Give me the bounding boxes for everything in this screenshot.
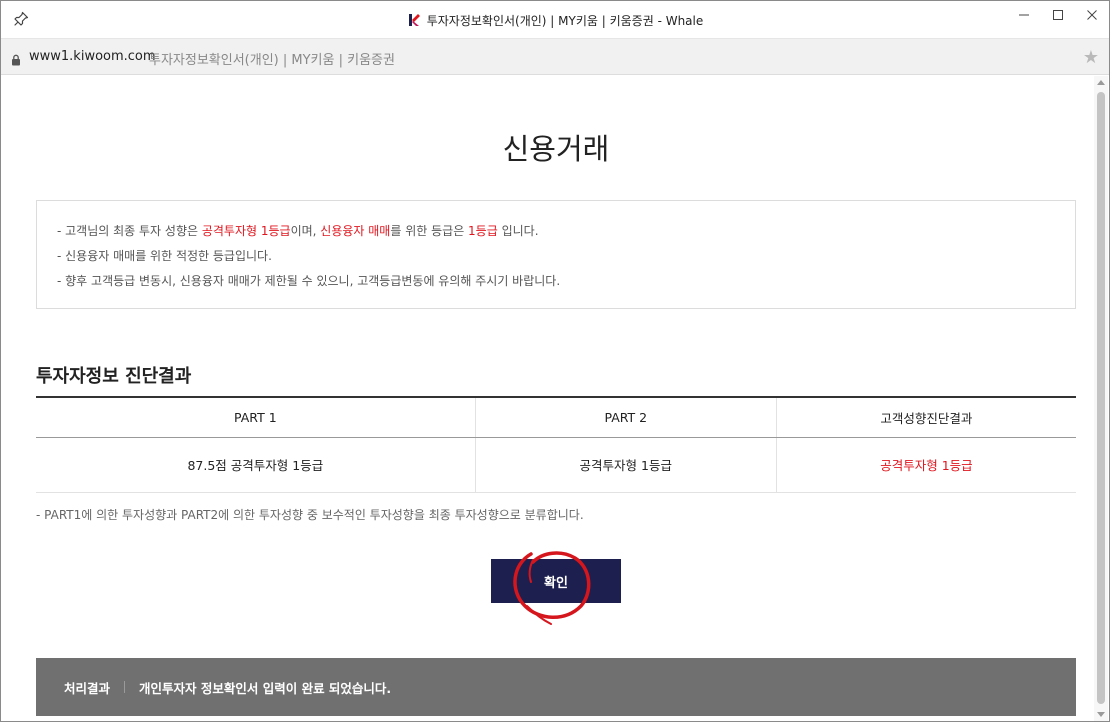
notice-line-3: - 향후 고객등급 변동시, 신용융자 매매가 제한될 수 있으니, 고객등급변… — [57, 274, 561, 288]
final-grade-highlight: 공격투자형 1등급 — [201, 224, 291, 238]
result-message: 개인투자자 정보확인서 입력이 완료 되었습니다. — [139, 680, 392, 696]
close-icon[interactable] — [1075, 1, 1109, 29]
page-content: 신용거래 - 고객님의 최종 투자 성향은 공격투자형 1등급이며, 신용융자 … — [1, 76, 1095, 722]
notice-text: 를 위한 등급은 — [390, 224, 469, 238]
notice-line-1: - 고객님의 최종 투자 성향은 공격투자형 1등급이며, 신용융자 매매를 위… — [57, 219, 1055, 244]
maximize-icon[interactable] — [1041, 1, 1075, 29]
credit-trade-highlight: 신용융자 매매 — [320, 224, 391, 238]
window-title-text: 투자자정보확인서(개인) | MY키움 | 키움증권 - Whale — [426, 13, 704, 28]
browser-window: 투자자정보확인서(개인) | MY키움 | 키움증권 - Whale www1.… — [0, 0, 1110, 722]
notice-line-2: - 신용융자 매매를 위한 적정한 등급입니다. — [57, 249, 272, 263]
result-label: 처리결과 — [64, 680, 111, 696]
vertical-scrollbar[interactable] — [1094, 76, 1108, 721]
cell-part2: 공격투자형 1등급 — [475, 437, 777, 493]
scroll-thumb[interactable] — [1097, 92, 1105, 704]
scroll-up-arrow-icon[interactable] — [1097, 80, 1105, 85]
lock-icon[interactable] — [11, 51, 21, 66]
result-divider — [124, 681, 126, 693]
table-row: 87.5점 공격투자형 1등급 공격투자형 1등급 공격투자형 1등급 — [36, 437, 1076, 493]
footnote: - PART1에 의한 투자성향과 PART2에 의한 투자성향 중 보수적인 … — [36, 508, 584, 522]
column-header-part1: PART 1 — [36, 397, 476, 438]
notice-text: 이며, — [290, 224, 321, 238]
section-title: 투자자정보 진단결과 — [36, 366, 192, 387]
page-title: 신용거래 — [502, 132, 610, 166]
notice-text: - 고객님의 최종 투자 성향은 — [57, 224, 202, 238]
column-header-part2: PART 2 — [475, 397, 777, 438]
result-bar: 처리결과 개인투자자 정보확인서 입력이 완료 되었습니다. — [36, 658, 1076, 716]
minimize-icon[interactable] — [1007, 1, 1041, 29]
column-header-result: 고객성향진단결과 — [776, 397, 1076, 438]
cell-part1: 87.5점 공격투자형 1등급 — [36, 437, 476, 493]
table-header-row: PART 1 PART 2 고객성향진단결과 — [36, 397, 1076, 438]
bookmark-star-icon[interactable]: ★ — [1083, 47, 1099, 68]
kiwoom-logo-icon — [407, 13, 421, 27]
url-page-title: 투자자정보확인서(개인) | MY키움 | 키움증권 — [149, 53, 395, 68]
window-controls — [1007, 1, 1109, 31]
scroll-down-arrow-icon[interactable] — [1097, 712, 1105, 717]
notice-text: 입니다. — [497, 224, 539, 238]
confirm-button[interactable]: 확인 — [491, 559, 621, 603]
diagnosis-table: PART 1 PART 2 고객성향진단결과 87.5점 공격투자형 1등급 공… — [36, 396, 1076, 493]
address-bar[interactable]: www1.kiwoom.com 투자자정보확인서(개인) | MY키움 | 키움… — [1, 39, 1109, 75]
cell-result: 공격투자형 1등급 — [776, 437, 1076, 493]
url-domain[interactable]: www1.kiwoom.com — [29, 49, 156, 64]
window-title: 투자자정보확인서(개인) | MY키움 | 키움증권 - Whale — [1, 1, 1109, 39]
title-bar: 투자자정보확인서(개인) | MY키움 | 키움증권 - Whale — [1, 1, 1109, 39]
required-grade-highlight: 1등급 — [468, 224, 498, 238]
notice-box: - 고객님의 최종 투자 성향은 공격투자형 1등급이며, 신용융자 매매를 위… — [36, 200, 1076, 309]
